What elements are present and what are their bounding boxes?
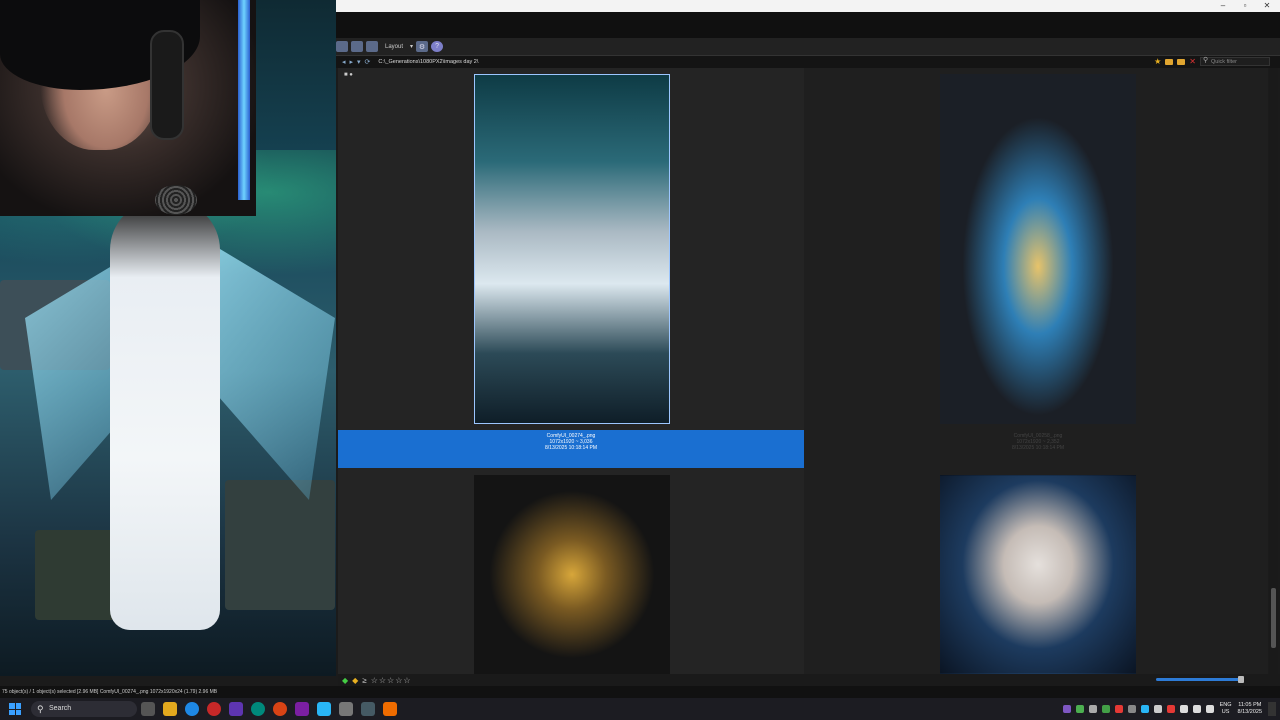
layout-menu[interactable]: Layout (385, 44, 403, 50)
language-code: ENG (1219, 702, 1232, 708)
language-indicator[interactable]: ENG US (1220, 702, 1232, 716)
windows-start-icon[interactable] (9, 703, 21, 715)
clock-time: 11:05 PM (1238, 702, 1262, 708)
toolbar: Layout ▾ ⚙ ? (256, 38, 1280, 56)
chevron-down-icon: ▾ (410, 44, 414, 50)
brave-icon[interactable] (207, 702, 221, 716)
address-bar: ◂▸▾⟳ C:\_Generations\1080PX2\images day … (256, 56, 1280, 68)
folder-icon[interactable] (1165, 58, 1174, 65)
minimize-icon[interactable]: – (1212, 0, 1234, 12)
preview-tank-right (225, 480, 335, 610)
notes-icon[interactable] (317, 702, 331, 716)
rating-stars[interactable]: ☆☆☆☆☆ (371, 676, 412, 685)
pane-view-icons[interactable]: ■ ● (344, 72, 353, 78)
document-icon[interactable] (339, 702, 353, 716)
close-icon[interactable]: ✕ (1256, 0, 1278, 12)
browser-icon[interactable] (251, 702, 265, 716)
webcam-light-strip (238, 0, 250, 200)
notification-icon[interactable] (1268, 702, 1276, 716)
zoom-slider-knob[interactable] (1238, 676, 1244, 683)
thumbnail-white-figure[interactable] (940, 475, 1136, 674)
clear-filter-icon[interactable]: ✕ (1189, 57, 1196, 66)
label-icon[interactable]: ◆ (352, 676, 358, 685)
task-view-icon[interactable] (141, 702, 155, 716)
zoom-slider-track[interactable] (1156, 678, 1242, 681)
image-preview-panel (0, 0, 336, 676)
clock-date: 8/13/2025 (1237, 709, 1262, 715)
media-player-icon[interactable] (273, 702, 287, 716)
help-icon[interactable]: ? (431, 41, 444, 52)
image-viewer-app: – ▫ ✕ Layout ▾ ⚙ ? ◂▸▾⟳ C:\_Generations\… (0, 0, 1280, 720)
discord-icon[interactable] (229, 702, 243, 716)
quick-filter-input[interactable]: Quick filter (1200, 57, 1270, 66)
maximize-icon[interactable]: ▫ (1234, 0, 1256, 12)
sort-icon[interactable]: ≥ (362, 676, 366, 685)
taskbar: Search ENG US (0, 698, 1280, 720)
thumbnail-comfyui-00258[interactable] (940, 74, 1136, 424)
image-viewer-icon[interactable] (383, 702, 397, 716)
settings-icon[interactable] (361, 702, 375, 716)
thumbnail-gold-figure[interactable] (474, 475, 670, 674)
microphone-icon (155, 185, 197, 215)
thumbnail-date: 8/13/2025 10:18:14 PM (1012, 445, 1064, 451)
gear-icon[interactable]: ⚙ (416, 41, 429, 52)
address-path[interactable]: C:\_Generations\1080PX2\images day 2\ (378, 59, 478, 65)
system-tray: ENG US 11:05 PM 8/13/2025 (1062, 698, 1276, 720)
taskbar-search[interactable]: Search (31, 701, 137, 717)
selected-caption-bar[interactable]: ComfyUI_00274_.png 1072x1920 ~ 3,036 8/1… (338, 430, 804, 468)
tray-icons[interactable] (1062, 705, 1214, 713)
thumbnail-scrollbar[interactable] (1269, 68, 1278, 674)
thumbnail-comfyui-00274[interactable] (474, 74, 670, 424)
clock[interactable]: 11:05 PM 8/13/2025 (1238, 702, 1262, 716)
address-tools: ★ ✕ Quick filter (1154, 57, 1270, 66)
favorites-star-icon[interactable]: ★ (1154, 57, 1161, 66)
thumbnail-pane: ■ ● ComfyUI_00274_.png 1072x1920 ~ 3,036… (338, 68, 1268, 674)
thumbnail-caption: ComfyUI_00258_.png 1072x1920 ~ 2,352 8/1… (940, 433, 1136, 451)
file-explorer-icon[interactable] (163, 702, 177, 716)
thumbnail-caption: ComfyUI_00274_.png 1072x1920 ~ 3,036 8/1… (338, 433, 804, 451)
status-bar: 75 object(s) / 1 object(s) selected [2.9… (0, 686, 1280, 698)
preview-figure (110, 200, 220, 630)
move-icon[interactable] (366, 41, 378, 52)
convert-icon[interactable] (351, 41, 363, 52)
taskbar-apps (141, 702, 397, 716)
region-code: US (1221, 709, 1230, 715)
headset-icon (150, 30, 184, 140)
scanner-icon[interactable] (336, 41, 348, 52)
thumbnail-date: 8/13/2025 10:18:14 PM (545, 445, 597, 451)
rating-bar: ◆ ◆ ≥ ☆☆☆☆☆ (338, 674, 1280, 686)
chrome-icon[interactable] (185, 702, 199, 716)
folder-up-icon[interactable] (1177, 58, 1186, 65)
tag-icon[interactable]: ◆ (342, 676, 348, 685)
scrollbar-thumb[interactable] (1271, 588, 1276, 648)
webcam-overlay (0, 0, 256, 216)
nav-arrows-icon[interactable]: ◂▸▾⟳ (342, 58, 374, 66)
editor-icon[interactable] (295, 702, 309, 716)
